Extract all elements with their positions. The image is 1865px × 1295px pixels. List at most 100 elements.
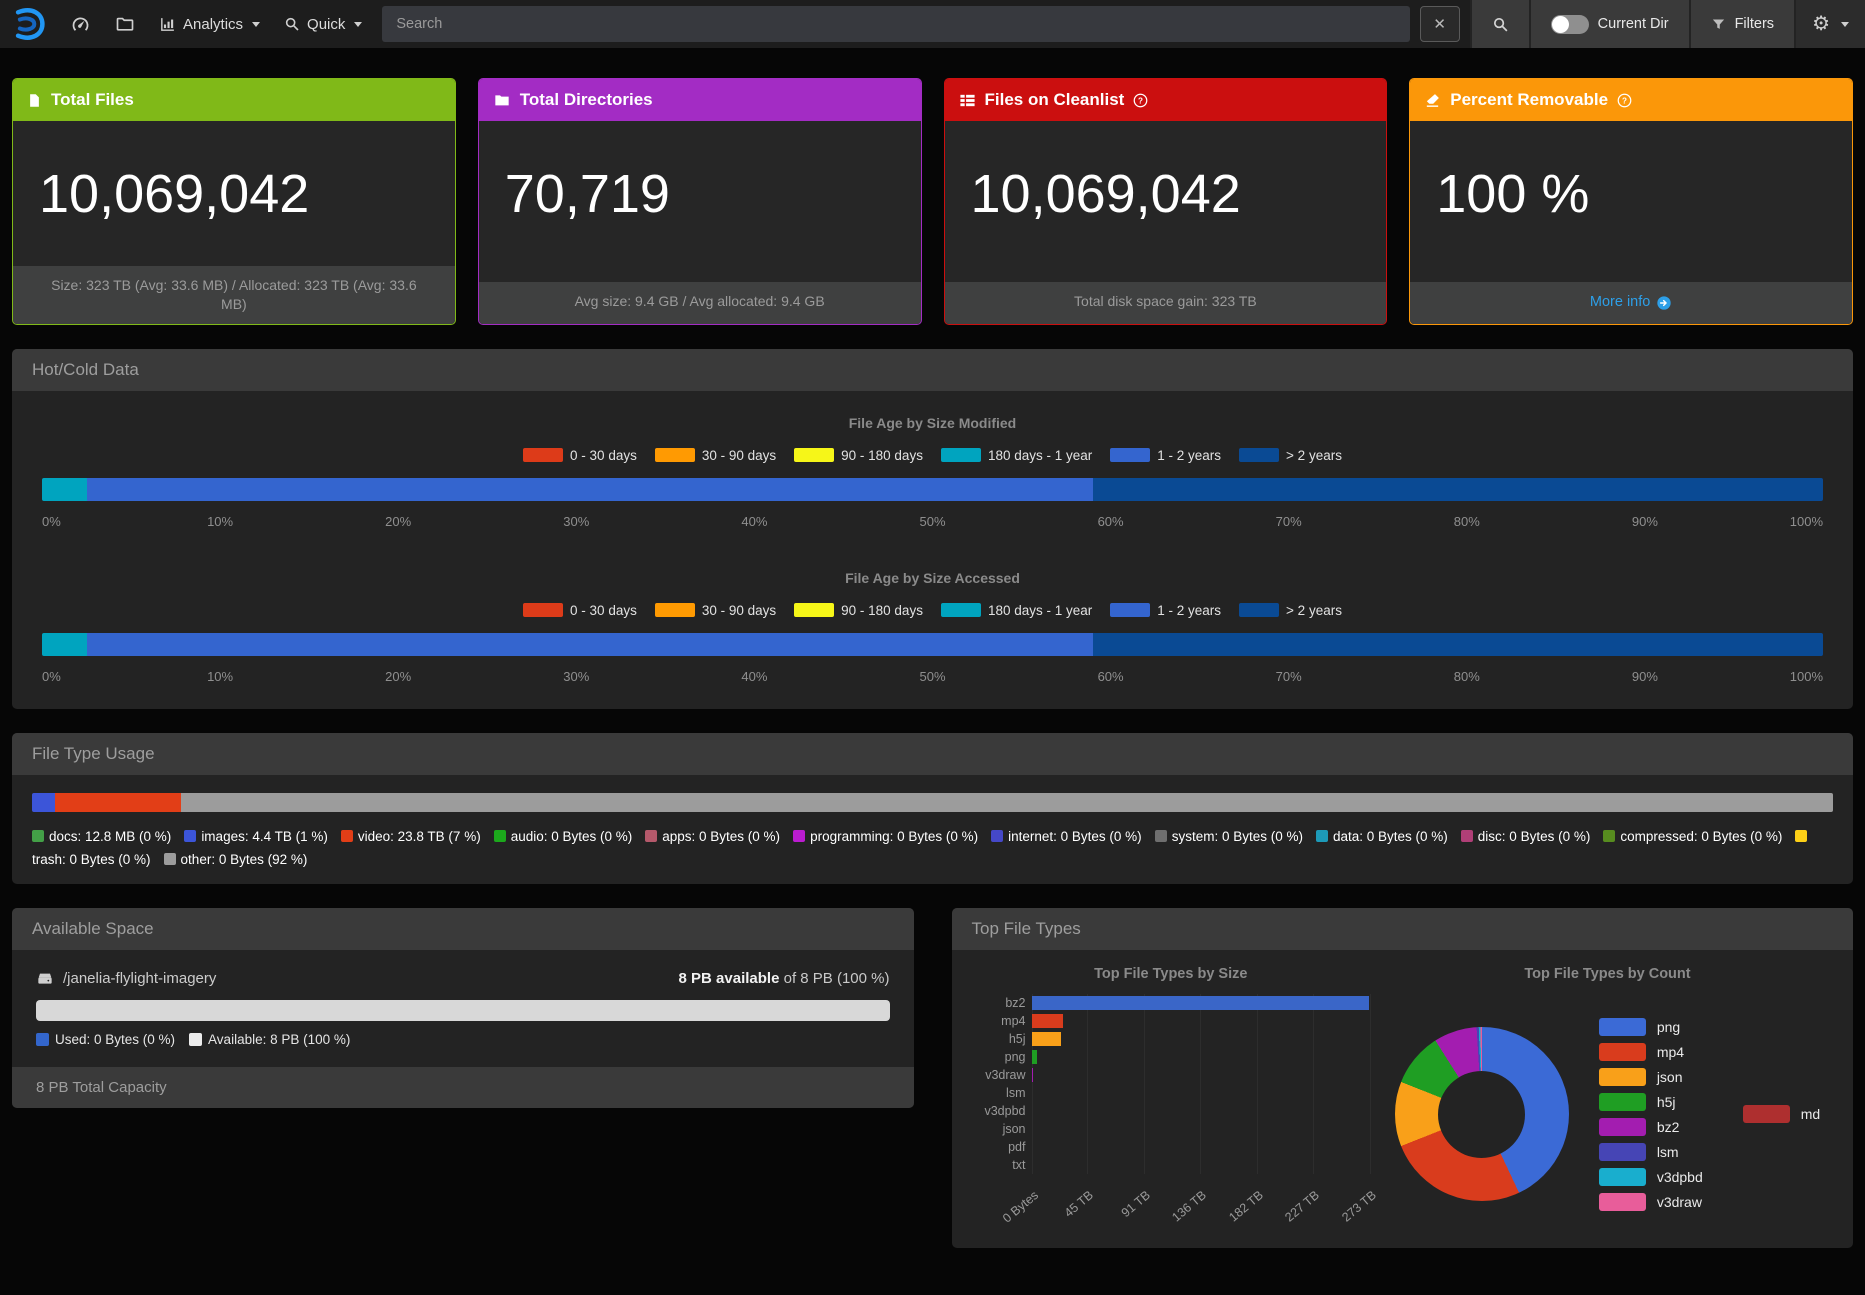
search-submit-button[interactable] (1470, 0, 1529, 48)
card-header: Files on Cleanlist ? (945, 79, 1387, 121)
diskover-logo-icon (10, 6, 46, 42)
bar-area (1032, 1138, 1371, 1156)
bar[interactable] (1032, 1050, 1037, 1064)
legend-swatch (1599, 1193, 1646, 1211)
legend-item: 90 - 180 days (794, 603, 923, 618)
donut-chart[interactable] (1395, 1027, 1569, 1201)
legend-item: mp4 (1599, 1043, 1703, 1061)
legend-label: video: 23.8 TB (7 %) (358, 829, 481, 844)
legend-item: apps: 0 Bytes (0 %) (645, 829, 780, 844)
card-title: Files on Cleanlist (985, 90, 1125, 110)
legend-swatch (1461, 830, 1473, 842)
usage-stacked-bar[interactable] (32, 793, 1833, 812)
axis-tick-label: 50% (919, 514, 945, 529)
legend-swatch (1599, 1068, 1646, 1086)
search-input[interactable] (382, 6, 1409, 42)
legend-label: other: 0 Bytes (92 %) (181, 852, 308, 867)
bar[interactable] (1032, 1014, 1063, 1028)
legend-swatch (1599, 1143, 1646, 1161)
percent-removable-card: Percent Removable ? 100 % More info (1409, 78, 1853, 325)
card-title: Percent Removable (1450, 90, 1608, 110)
y-axis-label: lsm (966, 1086, 1026, 1100)
clear-search-button[interactable]: ✕ (1420, 6, 1460, 42)
navbar-right-group: ✕ Current Dir Filters ⚙ (1420, 0, 1865, 48)
legend-item: 1 - 2 years (1110, 448, 1221, 463)
legend-item: > 2 years (1239, 603, 1342, 618)
folder-icon (115, 14, 135, 34)
gauge-icon (70, 14, 91, 35)
legend-swatch (991, 830, 1003, 842)
bar[interactable] (1032, 1068, 1033, 1082)
y-axis-label: json (966, 1122, 1026, 1136)
legend-swatch (32, 830, 44, 842)
file-type-usage-body: docs: 12.8 MB (0 %)images: 4.4 TB (1 %)v… (12, 775, 1853, 884)
stat-cards-row: Total Files 10,069,042 Size: 323 TB (Avg… (12, 78, 1853, 325)
legend-swatch (1239, 448, 1279, 462)
legend-swatch (341, 830, 353, 842)
current-dir-toggle[interactable] (1551, 15, 1589, 34)
legend-label: 0 - 30 days (570, 448, 637, 463)
capacity-progress-bar (36, 1000, 890, 1021)
bar-row: png (1032, 1048, 1377, 1066)
stacked-bar[interactable] (42, 633, 1823, 656)
help-question-circle-icon[interactable]: ? (1617, 93, 1632, 108)
legend-label: v3draw (1657, 1194, 1702, 1210)
total-capacity-footer: 8 PB Total Capacity (12, 1067, 914, 1108)
legend-label: compressed: 0 Bytes (0 %) (1620, 829, 1782, 844)
legend-label: disc: 0 Bytes (0 %) (1478, 829, 1591, 844)
legend-label: Used: 0 Bytes (0 %) (55, 1032, 175, 1047)
chart-title: File Age by Size Modified (42, 415, 1823, 431)
y-axis-label: pdf (966, 1140, 1026, 1154)
filters-button[interactable]: Filters (1689, 0, 1794, 48)
legend-label: programming: 0 Bytes (0 %) (810, 829, 978, 844)
bar-area (1032, 994, 1371, 1012)
top-file-types-panel: Top File Types Top File Types by Size bz… (952, 908, 1854, 1248)
legend-label: 180 days - 1 year (988, 448, 1092, 463)
card-footer: More info (1410, 282, 1852, 324)
usage-bar-segment (55, 793, 181, 812)
current-dir-toggle-group[interactable]: Current Dir (1529, 0, 1689, 48)
legend-swatch (794, 603, 834, 617)
available-space-panel: Available Space /janelia-flylight-imager… (12, 908, 914, 1108)
legend-item: 30 - 90 days (655, 448, 776, 463)
bar-segment (42, 633, 87, 656)
legend-swatch (164, 853, 176, 865)
hot-cold-body: File Age by Size Modified 0 - 30 days 30 … (12, 391, 1853, 709)
bar[interactable] (1032, 996, 1369, 1010)
y-axis-label: png (966, 1050, 1026, 1064)
dashboard-gauge-icon[interactable] (70, 14, 91, 35)
axis-tick-label: 10% (207, 669, 233, 684)
settings-menu[interactable]: ⚙ (1794, 0, 1865, 48)
available-bold: 8 PB available (679, 970, 780, 987)
chart-title: Top File Types by Count (1376, 966, 1839, 982)
axis-tick-label: 0% (42, 514, 61, 529)
panel-title: Hot/Cold Data (12, 349, 1853, 391)
legend-label: mp4 (1657, 1044, 1684, 1060)
legend-item: internet: 0 Bytes (0 %) (991, 829, 1142, 844)
volume-path: /janelia-flylight-imagery (36, 970, 216, 987)
legend-swatch (1155, 830, 1167, 842)
legend-item: > 2 years (1239, 448, 1342, 463)
analytics-menu[interactable]: Analytics (159, 16, 260, 33)
bar-segment (87, 633, 1093, 656)
legend-item: other: 0 Bytes (92 %) (164, 852, 308, 867)
axis-tick-label: 100% (1790, 669, 1823, 684)
more-info-link[interactable]: More info (1590, 293, 1672, 313)
legend-label: 90 - 180 days (841, 448, 923, 463)
panel-title: Available Space (12, 908, 914, 950)
card-footer: Total disk space gain: 323 TB (945, 282, 1387, 324)
stacked-bar[interactable] (42, 478, 1823, 501)
diskover-logo[interactable] (10, 6, 46, 42)
axis-tick-label: 30% (563, 669, 589, 684)
file-browser-folder-icon[interactable] (115, 14, 135, 34)
usage-legend: docs: 12.8 MB (0 %)images: 4.4 TB (1 %)v… (32, 825, 1833, 872)
quick-menu[interactable]: Quick (284, 16, 362, 33)
axis-tick-label: 60% (1098, 514, 1124, 529)
legend-item: 0 - 30 days (523, 603, 637, 618)
axis-tick-label: 273 TB (1286, 1188, 1379, 1248)
bar[interactable] (1032, 1032, 1062, 1046)
legend-label: images: 4.4 TB (1 %) (201, 829, 328, 844)
help-question-circle-icon[interactable]: ? (1133, 93, 1148, 108)
legend-swatch (1239, 603, 1279, 617)
chart-title: Top File Types by Size (966, 966, 1377, 982)
